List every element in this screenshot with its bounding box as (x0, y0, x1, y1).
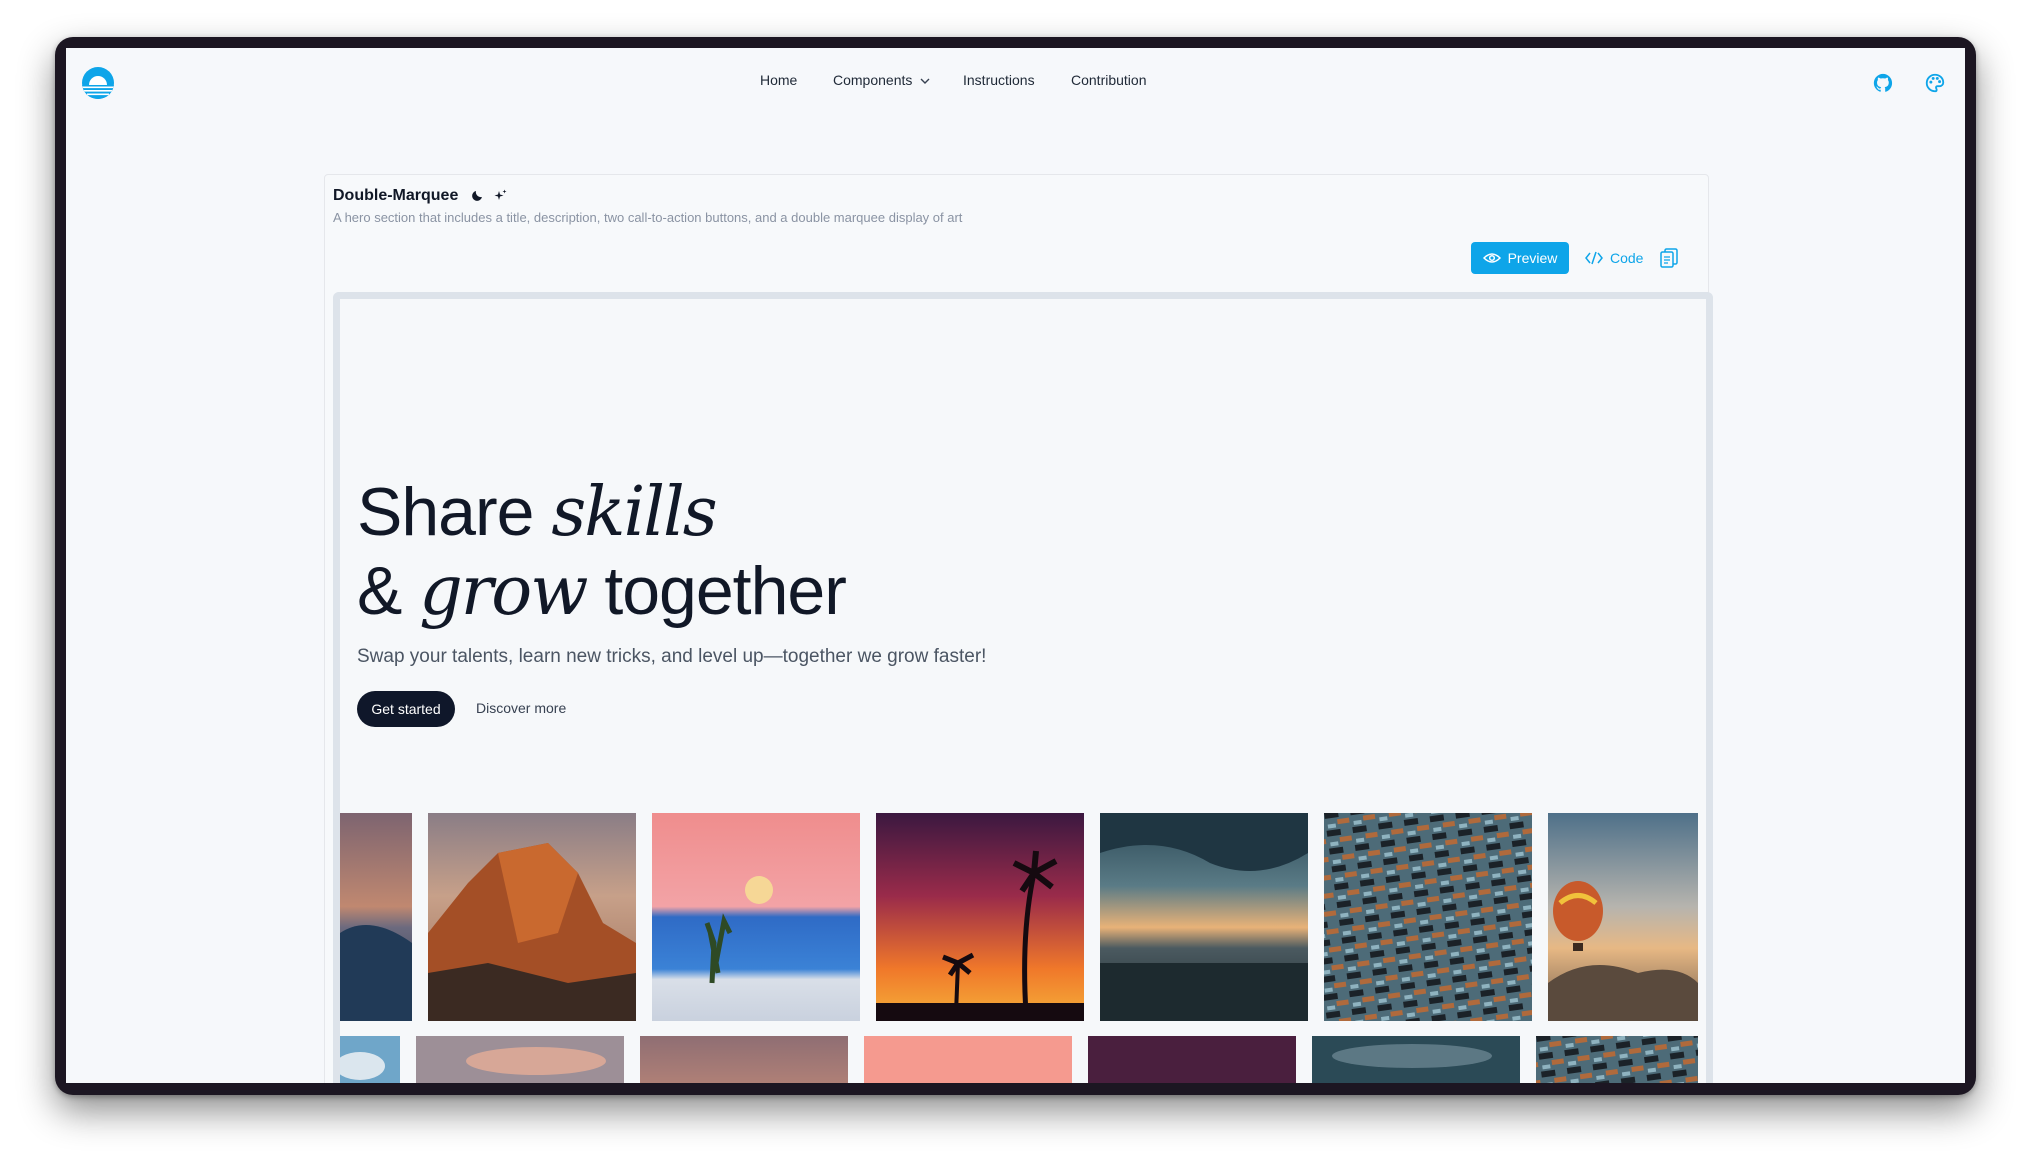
nav-home-link[interactable]: Home (760, 72, 797, 88)
half-dome-mountain-photo (428, 813, 636, 1021)
discover-more-link[interactable]: Discover more (476, 700, 566, 716)
component-card: Double-Marquee A hero section that inclu… (324, 174, 1713, 1083)
sky-blue-photo (340, 1036, 400, 1083)
hero-title-part: together (586, 553, 847, 629)
browser-viewport: Home Components Instructions Contributio… (66, 48, 1965, 1083)
chevron-down-icon (920, 78, 930, 85)
palette-icon[interactable] (1924, 72, 1946, 94)
hero-subtitle: Swap your talents, learn new tricks, and… (357, 646, 987, 667)
component-description: A hero section that includes a title, de… (333, 210, 963, 225)
hero-title-part: Share (357, 474, 552, 550)
nav-instructions-link[interactable]: Instructions (963, 72, 1035, 88)
moon-icon (471, 189, 484, 202)
component-title: Double-Marquee (333, 187, 459, 204)
pink-sky-photo (864, 1036, 1072, 1083)
aerial-pattern-photo (1324, 813, 1532, 1021)
marquee-row-bottom (340, 1036, 1706, 1083)
code-icon (1585, 251, 1603, 265)
ocean-clouds-photo (340, 813, 412, 1021)
dark-clouds-photo (1312, 1036, 1520, 1083)
hero-title: Share skills & grow together (357, 473, 847, 631)
hero-title-emphasis: skills (551, 473, 717, 552)
github-icon[interactable] (1872, 72, 1894, 94)
marquee-row-top (340, 813, 1706, 1021)
nav-components-label: Components (833, 72, 913, 88)
code-tab-button[interactable]: Code (1585, 242, 1643, 274)
variant-icons (471, 189, 507, 202)
preview-tab-button[interactable]: Preview (1471, 242, 1569, 274)
hero-title-part: & (357, 553, 420, 629)
code-label: Code (1610, 250, 1644, 266)
hot-air-balloon-photo (1548, 813, 1698, 1021)
get-started-button[interactable]: Get started (357, 691, 455, 727)
moon-desert-yucca-photo (652, 813, 860, 1021)
palm-sunset-photo (876, 813, 1084, 1021)
pattern-photo (1536, 1036, 1698, 1083)
mountain-clouds-photo (416, 1036, 624, 1083)
preview-frame: Share skills & grow together Swap your t… (333, 292, 1713, 1083)
nav-components-menu[interactable]: Components (833, 72, 930, 88)
city-sunset-clouds-photo (1100, 813, 1308, 1021)
eye-icon (1482, 253, 1501, 263)
sunset-photo (640, 1036, 848, 1083)
copy-icon[interactable] (1660, 248, 1678, 268)
sparkles-icon (494, 189, 507, 202)
preview-label: Preview (1507, 250, 1558, 266)
nav-contribution-link[interactable]: Contribution (1071, 72, 1147, 88)
top-navigation: Home Components Instructions Contributio… (66, 72, 1965, 92)
hero-title-emphasis: grow (419, 552, 588, 631)
purple-sky-photo (1088, 1036, 1296, 1083)
